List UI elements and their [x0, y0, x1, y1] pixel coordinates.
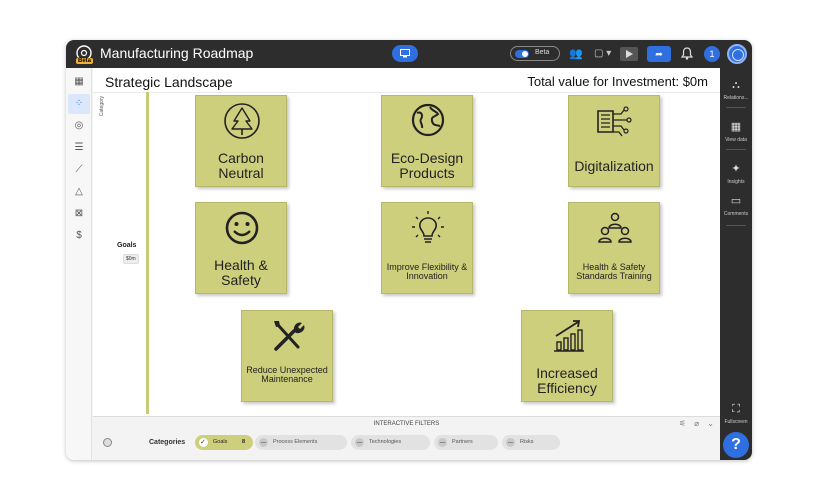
rail-divider	[726, 225, 746, 226]
canvas-title: Strategic Landscape	[105, 74, 233, 90]
category-axis-label: Category	[99, 96, 105, 117]
comments-tool[interactable]: ▭ Comments	[720, 194, 752, 217]
matrix-icon[interactable]: ⊠	[68, 204, 90, 224]
filter-tools: ⚟ ⌀ ⌄	[673, 419, 714, 428]
user-avatar[interactable]	[727, 44, 747, 64]
beta-toggle[interactable]: Beta	[510, 46, 560, 61]
card-label: Digitalization	[574, 158, 654, 174]
filter-chip-goals[interactable]: Goals 8	[195, 435, 253, 450]
goal-card-health-safety[interactable]: Health & Safety	[195, 202, 287, 294]
goal-card-hs-standards-training[interactable]: Health & Safety Standards Training	[568, 202, 660, 294]
card-label: Health & Safety	[214, 257, 268, 288]
lane-label: Goals	[117, 242, 137, 249]
share-arrow-icon: ➦	[655, 49, 663, 59]
app-title: Manufacturing Roadmap	[100, 45, 254, 61]
filters-title: INTERACTIVE FILTERS	[373, 421, 440, 427]
relations-label: Relations...	[723, 95, 749, 101]
chip-label: Process Elements	[273, 439, 318, 445]
team-icon	[598, 212, 632, 243]
card-label: Increased Efficiency	[536, 365, 598, 396]
chip-label: Technologies	[369, 439, 402, 445]
rail-divider	[726, 107, 746, 108]
beta-tag: Beta	[76, 58, 94, 64]
goal-card-reduce-maintenance[interactable]: Reduce Unexpected Maintenance	[241, 310, 333, 402]
clear-filter-icon[interactable]: ⌀	[694, 419, 699, 428]
comments-label: Comments	[723, 211, 749, 217]
scatter-map-icon[interactable]: ⁘	[68, 94, 90, 114]
chip-count: 8	[241, 439, 245, 445]
target-icon[interactable]: ◎	[68, 116, 90, 136]
interactive-filters-bar: INTERACTIVE FILTERS ⚟ ⌀ ⌄ Categories Goa…	[93, 416, 720, 460]
screen-mode-group: ▢ ▾	[590, 46, 640, 62]
sparkle-icon: ✦	[731, 163, 741, 175]
tree-icon	[224, 103, 260, 139]
goal-card-increased-efficiency[interactable]: Increased Efficiency	[521, 310, 613, 402]
rail-divider	[726, 149, 746, 150]
right-toolbar: ⛬ Relations... ▦ View data ✦ Insights ▭ …	[720, 68, 752, 460]
fullscreen-icon: ⛶	[732, 403, 740, 415]
categories-label: Categories	[149, 439, 186, 446]
lightbulb-icon	[412, 211, 444, 243]
top-bar: Beta Manufacturing Roadmap Beta 👥 ▢ ▾ ➦ …	[66, 40, 752, 68]
view-data-label: View data	[725, 137, 747, 143]
grid-view-icon[interactable]: ▦	[68, 72, 90, 92]
help-button[interactable]: ?	[723, 432, 749, 458]
card-label: Reduce Unexpected Maintenance	[246, 365, 328, 385]
hierarchy-icon: ⛬	[732, 79, 740, 91]
left-toolbar: ▦ ⁘ ◎ ☰ ⟋ △ ⊠ $	[66, 68, 92, 460]
share-button[interactable]: ➦	[647, 46, 671, 62]
warning-icon[interactable]: △	[68, 182, 90, 202]
investment-total: Total value for Investment: $0m	[527, 74, 708, 89]
filter-chip-partners[interactable]: Partners	[434, 435, 498, 450]
toggle-switch-icon	[515, 50, 529, 58]
bell-icon[interactable]	[681, 47, 693, 60]
notification-badge[interactable]: 1	[704, 46, 720, 62]
users-icon[interactable]: 👥	[569, 47, 583, 61]
goals-lane-bar	[146, 92, 149, 414]
filter-chip-technologies[interactable]: Technologies	[351, 435, 430, 450]
goal-card-digitalization[interactable]: Digitalization	[568, 95, 660, 187]
table-icon: ▦	[730, 121, 742, 133]
insights-tool[interactable]: ✦ Insights	[720, 162, 752, 185]
money-hand-icon[interactable]: $	[68, 226, 90, 246]
card-label: Carbon Neutral	[218, 150, 264, 181]
chip-label: Goals	[213, 439, 228, 445]
monitor-icon	[400, 49, 410, 58]
view-data-tool[interactable]: ▦ View data	[720, 120, 752, 143]
trend-line-icon[interactable]: ⟋	[68, 160, 90, 180]
filter-chip-risks[interactable]: Risks	[502, 435, 560, 450]
chevron-down-icon[interactable]: ⌄	[707, 419, 714, 428]
play-button[interactable]	[620, 47, 638, 61]
fullscreen-label: Fullscreen	[724, 419, 748, 425]
filter-chip-process-elements[interactable]: Process Elements	[255, 435, 347, 450]
digital-book-icon	[597, 106, 632, 137]
fullscreen-tool[interactable]: ⛶ Fullscreen	[720, 402, 752, 425]
card-label: Improve Flexibility & Innovation	[386, 262, 468, 282]
goal-card-eco-design-products[interactable]: Eco-Design Products	[381, 95, 473, 187]
card-label: Eco-Design Products	[390, 150, 464, 181]
app-window: Beta Manufacturing Roadmap Beta 👥 ▢ ▾ ➦ …	[66, 40, 752, 460]
comment-icon: ▭	[730, 195, 742, 207]
globe-icon	[411, 103, 445, 137]
list-bars-icon[interactable]: ☰	[68, 138, 90, 158]
roadmap-canvas: Strategic Landscape Total value for Inve…	[93, 68, 720, 416]
screen-dropdown-icon[interactable]: ▢ ▾	[594, 48, 611, 59]
lane-value: $0m	[123, 254, 139, 264]
presentation-button[interactable]	[392, 45, 418, 62]
card-label: Health & Safety Standards Training	[576, 262, 652, 282]
chip-label: Risks	[520, 439, 534, 445]
smiley-icon	[225, 211, 259, 245]
sliders-icon[interactable]: ⚟	[679, 419, 686, 428]
goal-card-improve-flexibility[interactable]: Improve Flexibility & Innovation	[381, 202, 473, 294]
tools-icon	[274, 321, 305, 351]
chip-label: Partners	[452, 439, 473, 445]
goal-card-carbon-neutral[interactable]: Carbon Neutral	[195, 95, 287, 187]
relations-tool[interactable]: ⛬ Relations...	[720, 78, 752, 101]
growth-chart-icon	[554, 320, 584, 352]
beta-toggle-label: Beta	[535, 49, 550, 56]
filter-radio[interactable]	[103, 438, 112, 447]
insights-label: Insights	[727, 179, 745, 185]
lane-divider	[93, 92, 720, 93]
